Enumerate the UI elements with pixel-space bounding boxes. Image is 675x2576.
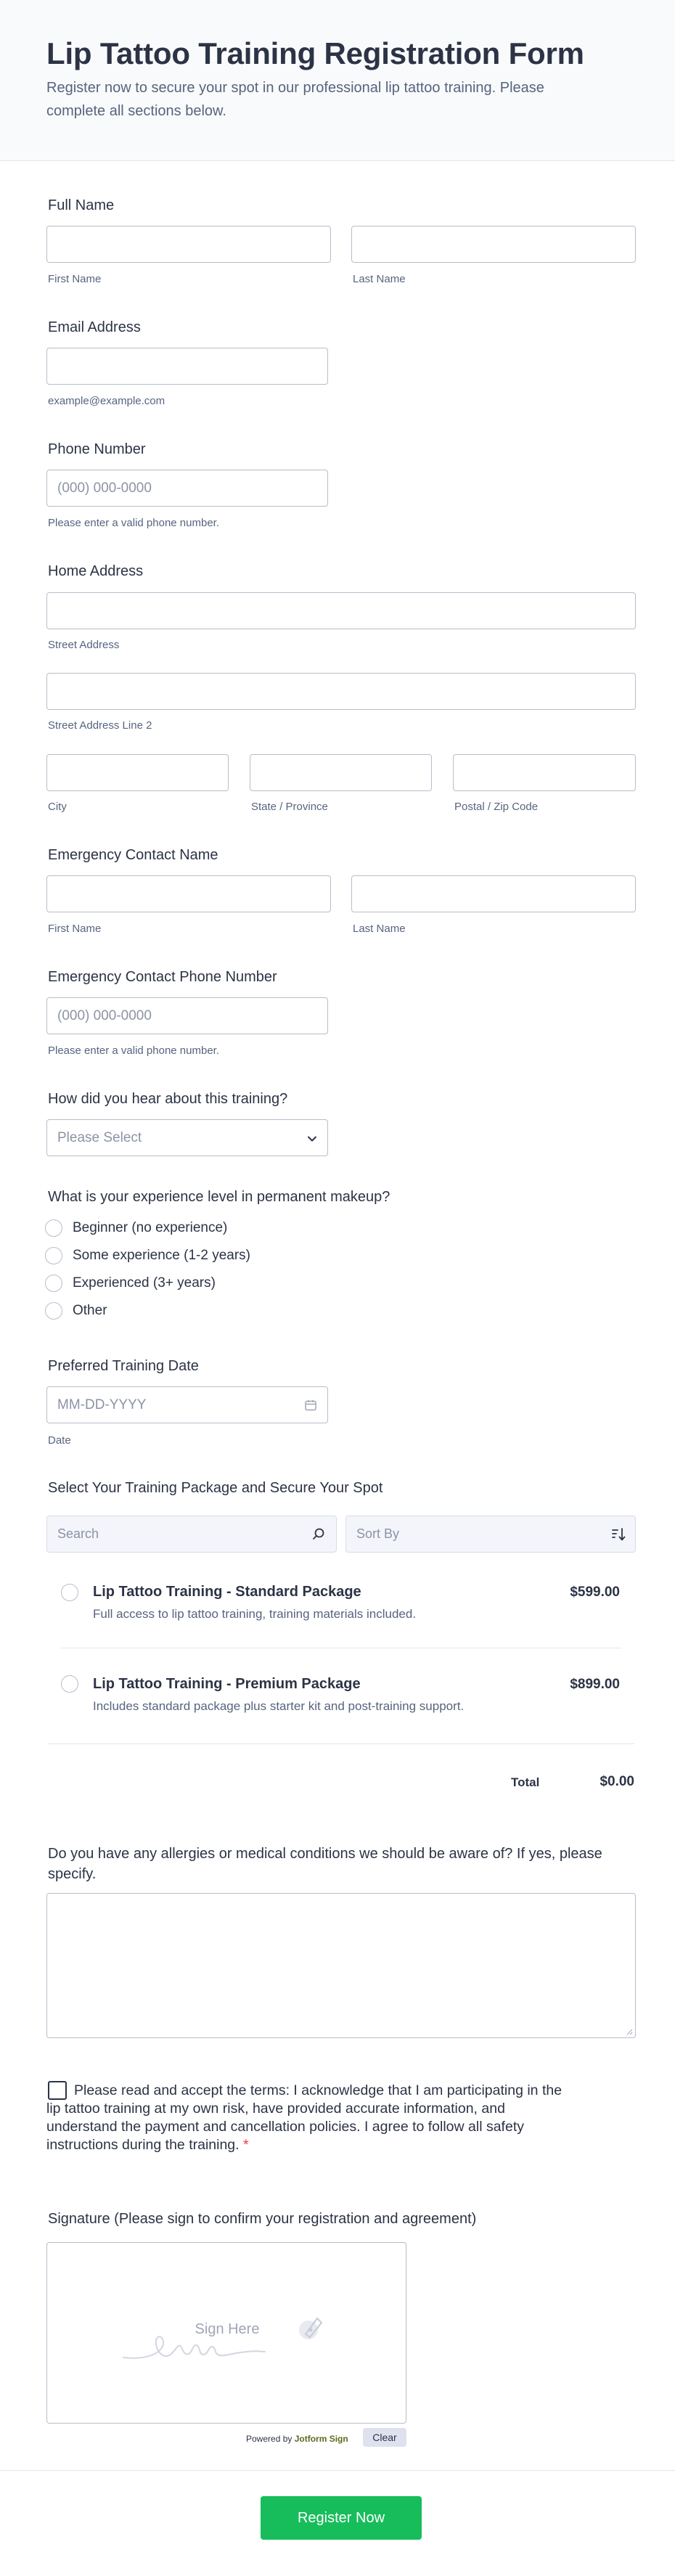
- heard-label: How did you hear about this training?: [48, 1091, 288, 1107]
- resize-handle-icon[interactable]: [626, 2028, 633, 2035]
- zip-sublabel: Postal / Zip Code: [454, 801, 539, 813]
- emergency-first-name-input[interactable]: [46, 875, 331, 912]
- street-address-sublabel: Street Address: [48, 639, 120, 651]
- emergency-phone-sublabel: Please enter a valid phone number.: [48, 1044, 219, 1057]
- radio-circle[interactable]: [45, 1247, 62, 1264]
- package-label: Select Your Training Package and Secure …: [48, 1480, 383, 1496]
- emergency-last-name-sublabel: Last Name: [353, 923, 406, 935]
- product-radio[interactable]: [61, 1584, 78, 1601]
- footer-divider: [0, 2470, 675, 2471]
- radio-circle[interactable]: [45, 1302, 62, 1320]
- experience-label: What is your experience level in permane…: [48, 1189, 390, 1205]
- signature-label: Signature (Please sign to confirm your r…: [48, 2211, 477, 2227]
- email-sublabel: example@example.com: [48, 395, 165, 407]
- full-name-label: Full Name: [48, 197, 115, 213]
- total-divider: [48, 1743, 634, 1744]
- sort-placeholder: Sort By: [356, 1526, 400, 1541]
- emergency-name-label: Emergency Contact Name: [48, 847, 218, 863]
- heard-placeholder: Please Select: [57, 1130, 142, 1145]
- street-address-line2-input[interactable]: [46, 673, 636, 710]
- product-search-input[interactable]: Search: [46, 1516, 337, 1553]
- powered-by: Powered by Jotform Sign: [246, 2434, 348, 2444]
- email-input[interactable]: [46, 348, 328, 385]
- emergency-phone-input[interactable]: (000) 000-0000: [46, 997, 328, 1034]
- state-input[interactable]: [250, 754, 432, 791]
- terms-text: Please read and accept the terms: I ackn…: [46, 2082, 562, 2153]
- phone-placeholder: (000) 000-0000: [57, 481, 152, 496]
- last-name-input[interactable]: [351, 226, 636, 263]
- street-address-input[interactable]: [46, 592, 636, 629]
- radio-circle[interactable]: [45, 1275, 62, 1292]
- heard-select[interactable]: Please Select: [46, 1119, 328, 1156]
- date-sublabel: Date: [48, 1434, 71, 1447]
- phone-sublabel: Please enter a valid phone number.: [48, 517, 219, 529]
- product-description: Includes standard package plus starter k…: [93, 1699, 465, 1713]
- allergies-textarea[interactable]: [46, 1893, 636, 2038]
- required-mark: *: [243, 2137, 249, 2153]
- phone-input[interactable]: (000) 000-0000: [46, 470, 328, 507]
- emergency-phone-label: Emergency Contact Phone Number: [48, 969, 277, 985]
- page-subtitle: Register now to secure your spot in our …: [46, 80, 544, 119]
- state-sublabel: State / Province: [251, 801, 328, 813]
- search-placeholder: Search: [57, 1526, 99, 1541]
- clear-signature-button[interactable]: Clear: [363, 2428, 406, 2447]
- emergency-first-name-sublabel: First Name: [48, 923, 102, 935]
- date-label: Preferred Training Date: [48, 1358, 199, 1374]
- radio-label: Some experience (1-2 years): [73, 1248, 250, 1263]
- city-input[interactable]: [46, 754, 229, 791]
- allergies-label: Do you have any allergies or medical con…: [48, 1846, 602, 1882]
- form-header: Lip Tattoo Training Registration Form Re…: [0, 0, 675, 161]
- terms-text-block: Please read and accept the terms: I ackn…: [46, 2082, 569, 2154]
- product-name: Lip Tattoo Training - Standard Package: [93, 1584, 361, 1600]
- powered-by-prefix: Powered by: [246, 2434, 292, 2444]
- product-price: $899.00: [570, 1677, 620, 1692]
- search-icon[interactable]: [311, 1527, 326, 1542]
- emergency-last-name-input[interactable]: [351, 875, 636, 912]
- total-label: Total: [511, 1775, 540, 1789]
- phone-label: Phone Number: [48, 441, 146, 457]
- email-label: Email Address: [48, 319, 141, 335]
- first-name-input[interactable]: [46, 226, 331, 263]
- radio-label: Other: [73, 1303, 107, 1318]
- sign-here-placeholder: Sign Here: [195, 2321, 260, 2337]
- signature-pad[interactable]: Sign Here: [46, 2242, 406, 2424]
- date-input[interactable]: MM-DD-YYYY: [46, 1386, 328, 1423]
- product-description: Full access to lip tattoo training, trai…: [93, 1607, 417, 1621]
- sort-icon[interactable]: [610, 1526, 626, 1542]
- chevron-down-icon: [308, 1136, 316, 1142]
- jotform-sign-brand: Jotform Sign: [294, 2434, 348, 2444]
- emergency-phone-placeholder: (000) 000-0000: [57, 1008, 152, 1023]
- first-name-sublabel: First Name: [48, 273, 102, 285]
- product-price: $599.00: [570, 1585, 620, 1600]
- total-value: $0.00: [600, 1774, 634, 1789]
- address-label: Home Address: [48, 563, 144, 579]
- page-title: Lip Tattoo Training Registration Form: [46, 36, 584, 70]
- radio-label: Beginner (no experience): [73, 1220, 228, 1235]
- product-radio[interactable]: [61, 1675, 78, 1693]
- date-placeholder: MM-DD-YYYY: [57, 1397, 147, 1412]
- calendar-icon[interactable]: [304, 1399, 317, 1412]
- sort-by-select[interactable]: Sort By: [345, 1516, 636, 1553]
- product-name: Lip Tattoo Training - Premium Package: [93, 1676, 361, 1692]
- zip-input[interactable]: [453, 754, 636, 791]
- city-sublabel: City: [48, 801, 67, 813]
- last-name-sublabel: Last Name: [353, 273, 406, 285]
- radio-label: Experienced (3+ years): [73, 1275, 216, 1291]
- radio-circle[interactable]: [45, 1219, 62, 1237]
- street-address-line2-sublabel: Street Address Line 2: [48, 719, 152, 732]
- register-now-button[interactable]: Register Now: [261, 2496, 422, 2540]
